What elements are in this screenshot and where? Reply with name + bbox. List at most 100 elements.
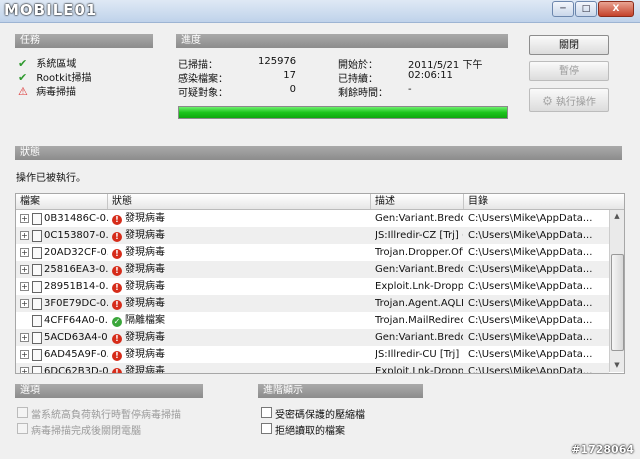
file-icon [32, 281, 42, 293]
directory-cell: C:\Users\Mike\AppData... [468, 230, 593, 241]
options-header: 選項 [15, 384, 203, 398]
task-item-virus: ⚠ 病毒掃描 [18, 83, 76, 98]
description-cell: Gen:Variant.Bredo.... [375, 332, 463, 343]
start-value: 2011/5/21 下午 [408, 60, 483, 71]
col-directory[interactable]: 目錄 [464, 194, 624, 209]
scroll-thumb[interactable] [611, 254, 624, 351]
expand-icon[interactable]: + [20, 367, 29, 373]
table-row[interactable]: +20AD32CF-0...!發現病毒Trojan.Dropper.Ofi...… [16, 244, 609, 261]
table-row[interactable]: 4CFF64A0-0... ✓隔離檔案 Trojan.MailRedirec... C… [16, 312, 609, 329]
action-button[interactable]: ⚙ 執行操作 [529, 88, 609, 112]
description-cell: JS:Illredir-CU [Trj] (... [375, 349, 463, 360]
scanned-value: 125976 [258, 56, 297, 67]
directory-cell: C:\Users\Mike\AppData... [468, 213, 593, 224]
pause-on-load-label: 當系統高負荷執行時暫停病毒掃描 [31, 410, 181, 421]
scrollbar[interactable]: ▲ ▼ [609, 210, 624, 372]
file-icon [32, 366, 42, 373]
description-cell: Gen:Variant.Bredo.... [375, 213, 463, 224]
alert-icon: ! [112, 300, 122, 310]
access-denied-checkbox[interactable] [261, 423, 272, 434]
description-cell: Trojan.Agent.AQLL... [375, 298, 463, 309]
table-row[interactable]: +0C153807-0...! 發現病毒 JS:Illredir-CZ [Trj] … [16, 227, 609, 244]
table-row[interactable]: +28951B14-0...!發現病毒Exploit.Lnk-Droppe...… [16, 278, 609, 295]
description-cell: JS:Illredir-CZ [Trj] (... [375, 230, 463, 241]
status-cell: ! 發現病毒 [112, 363, 367, 373]
directory-cell: C:\Users\Mike\AppData... [468, 298, 593, 309]
description-cell: Exploit.Lnk-Droppe... [375, 281, 463, 292]
file-name: 25816EA3-0... [44, 264, 108, 275]
alert-icon: ! [112, 351, 122, 361]
col-file[interactable]: 檔案 [16, 194, 108, 209]
table-row[interactable]: +3F0E79DC-0...!發現病毒Trojan.Agent.AQLL...C… [16, 295, 609, 312]
table-row[interactable]: +0B31486C-0... !發現病毒 Gen:Variant.Bredo....… [16, 210, 609, 227]
file-icon [32, 230, 42, 242]
table-row[interactable]: +6AD45A9F-0...!發現病毒 JS:Illredir-CU [Trj] … [16, 346, 609, 363]
col-description[interactable]: 描述 [371, 194, 464, 209]
gear-icon: ⚙ [542, 94, 553, 108]
warning-icon: ⚠ [18, 85, 28, 98]
description-cell: Exploit.Lnk-Droppe... [375, 366, 463, 374]
alert-icon: ! [112, 334, 122, 344]
password-archive-checkbox[interactable] [261, 407, 272, 418]
description-cell: Trojan.Dropper.Ofi... [375, 247, 463, 258]
window-controls: ─ □ X [552, 1, 634, 17]
table-row[interactable]: +25816EA3-0...!發現病毒Gen:Variant.Bredo....… [16, 261, 609, 278]
close-button[interactable]: 關閉 [529, 35, 609, 55]
description-cell: Trojan.MailRedirec... [375, 315, 463, 326]
task-item-rootkit: ✔ Rootkit掃描 [18, 69, 92, 84]
status-cell: ! 發現病毒 [112, 261, 367, 278]
directory-cell: C:\Users\Mike\AppData... [468, 264, 593, 275]
progress-fill [179, 107, 507, 118]
expand-icon[interactable]: + [20, 248, 29, 257]
status-text: 發現病毒 [125, 349, 165, 360]
col-status[interactable]: 狀態 [108, 194, 371, 209]
directory-cell: C:\Users\Mike\AppData... [468, 366, 593, 374]
expand-icon[interactable]: + [20, 333, 29, 342]
expand-icon[interactable]: + [20, 214, 29, 223]
expand-icon[interactable]: + [20, 231, 29, 240]
task-label: 病毒掃描 [36, 87, 77, 98]
expand-icon[interactable]: + [20, 282, 29, 291]
pause-button[interactable]: 暫停 [529, 61, 609, 81]
expand-icon[interactable]: + [20, 350, 29, 359]
shutdown-checkbox[interactable] [17, 423, 28, 434]
status-text: 發現病毒 [125, 213, 165, 224]
status-message: 操作已被執行。 [16, 173, 86, 184]
status-cell: ! 發現病毒 [112, 210, 367, 227]
remaining-value: - [408, 84, 412, 95]
file-icon [32, 298, 42, 310]
file-name: 6AD45A9F-0... [44, 349, 108, 360]
status-header: 狀態 [15, 146, 622, 160]
minimize-button[interactable]: ─ [552, 1, 574, 17]
close-window-button[interactable]: X [598, 1, 634, 17]
status-text: 發現病毒 [125, 281, 165, 292]
progress-bar [178, 106, 508, 119]
task-item-system: ✔ 系統區域 [18, 55, 76, 70]
file-icon [32, 315, 42, 327]
file-name: 3F0E79DC-0... [44, 298, 108, 309]
directory-cell: C:\Users\Mike\AppData... [468, 332, 593, 343]
infected-value: 17 [283, 70, 296, 81]
table-row[interactable]: +6DC62B3D-0...!發現病毒Exploit.Lnk-Droppe...… [16, 363, 609, 374]
file-name: 0B31486C-0... [44, 213, 108, 224]
suspicious-label: 可疑對象： [178, 88, 228, 99]
table-header: 檔案 狀態 描述 目錄 [16, 194, 624, 210]
alert-icon: ! [112, 266, 122, 276]
status-cell: ! 發現病毒 [112, 244, 367, 261]
expand-icon[interactable]: + [20, 265, 29, 274]
file-icon [32, 332, 42, 344]
pause-on-load-checkbox[interactable] [17, 407, 28, 418]
scroll-up-icon[interactable]: ▲ [611, 210, 623, 223]
status-text: 發現病毒 [125, 264, 165, 275]
table-row[interactable]: +5ACD63A4-0...!發現病毒Gen:Variant.Bredo....… [16, 329, 609, 346]
expand-icon[interactable]: + [20, 299, 29, 308]
status-text: 隔離檔案 [125, 315, 165, 326]
status-text: 發現病毒 [125, 247, 165, 258]
alert-icon: ! [112, 283, 122, 293]
maximize-button[interactable]: □ [575, 1, 597, 17]
check-icon: ✓ [112, 317, 122, 327]
watermark: #1728064 [571, 443, 634, 456]
description-cell: Gen:Variant.Bredo.... [375, 264, 463, 275]
file-name: 0C153807-0... [44, 230, 108, 241]
scroll-down-icon[interactable]: ▼ [611, 359, 623, 372]
